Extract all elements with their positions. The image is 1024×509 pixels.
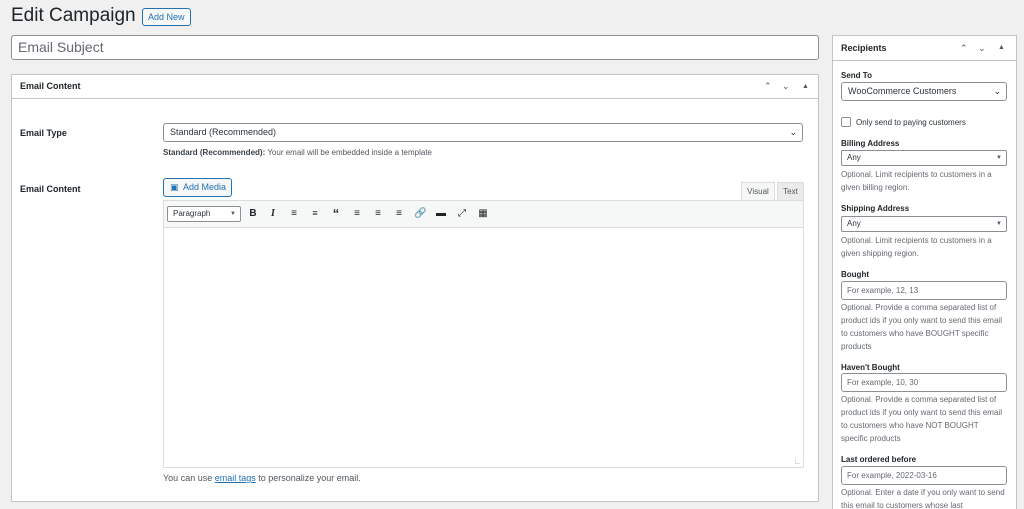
email-type-description: Standard (Recommended): Your email will … (163, 148, 432, 157)
chevron-down-icon: ⌄ (789, 127, 797, 137)
fullscreen-icon[interactable]: ⤢ (456, 208, 468, 219)
last-ordered-input[interactable]: For example, 2022-03-16 (841, 466, 1007, 485)
email-content-label: Email Content (20, 184, 81, 194)
bullet-list-icon[interactable]: ≡ (288, 208, 300, 219)
page-title: Edit Campaign (11, 5, 136, 26)
bought-label: Bought (841, 270, 869, 279)
bold-icon[interactable]: B (247, 208, 259, 219)
toolbar-toggle-icon[interactable]: ▦ (477, 208, 489, 219)
format-select[interactable]: Paragraph ▼ (167, 206, 241, 222)
shipping-label: Shipping Address (841, 204, 910, 213)
shipping-desc: Optional. Limit recipients to customers … (841, 236, 992, 258)
bought-desc: Optional. Provide a comma separated list… (841, 303, 1002, 351)
not-bought-label: Haven't Bought (841, 363, 900, 372)
email-tags-note: You can use email tags to personalize yo… (163, 473, 361, 483)
chevron-down-icon: ⌄ (993, 86, 1001, 96)
billing-label: Billing Address (841, 139, 900, 148)
recipients-box-header: Recipients ⌃ ⌄ ▲ (833, 36, 1016, 61)
tab-visual-label: Visual (747, 187, 769, 196)
chevron-up-icon[interactable]: ⌃ (764, 75, 772, 98)
paying-only-label: Only send to paying customers (856, 118, 966, 127)
add-new-button[interactable]: Add New (142, 8, 191, 26)
email-tags-link[interactable]: email tags (215, 473, 256, 483)
bought-input[interactable]: For example, 12, 13 (841, 281, 1007, 300)
caret-down-icon: ▼ (996, 155, 1002, 161)
email-type-desc-text: Your email will be embedded inside a tem… (265, 148, 433, 157)
align-center-icon[interactable]: ≡ (372, 208, 384, 219)
add-media-button[interactable]: ▣ Add Media (163, 178, 232, 197)
format-value: Paragraph (173, 209, 211, 218)
email-subject-input[interactable]: Email Subject (11, 35, 819, 60)
recipients-title: Recipients (841, 43, 887, 53)
paying-only-checkbox[interactable] (841, 117, 851, 127)
align-right-icon[interactable]: ≡ (393, 208, 405, 219)
not-bought-input[interactable]: For example, 10, 30 (841, 373, 1007, 392)
align-left-icon[interactable]: ≡ (351, 208, 363, 219)
chevron-down-icon[interactable]: ⌄ (978, 36, 986, 60)
tab-text[interactable]: Text (777, 182, 804, 200)
send-to-value: WooCommerce Customers (848, 86, 957, 96)
triangle-up-icon[interactable]: ▲ (802, 75, 809, 98)
add-media-label: Add Media (183, 182, 227, 192)
footer-pre: You can use (163, 473, 215, 483)
chevron-up-icon[interactable]: ⌃ (960, 36, 968, 60)
editor-body[interactable] (164, 229, 803, 467)
italic-icon[interactable]: I (267, 208, 279, 219)
numbered-list-icon[interactable]: ≡ (309, 208, 321, 218)
tab-text-label: Text (783, 187, 798, 196)
shipping-select[interactable]: Any ▼ (841, 216, 1007, 232)
triangle-up-icon[interactable]: ▲ (998, 36, 1005, 60)
caret-down-icon: ▼ (996, 221, 1002, 227)
billing-desc: Optional. Limit recipients to customers … (841, 170, 992, 192)
email-type-select[interactable]: Standard (Recommended) ⌄ (163, 123, 803, 142)
chevron-down-icon[interactable]: ⌄ (782, 75, 790, 98)
resize-handle-icon[interactable]: ∟ (794, 457, 802, 466)
last-ordered-label: Last ordered before (841, 455, 917, 464)
last-ordered-desc: Optional. Enter a date if you only want … (841, 488, 1005, 509)
shipping-value: Any (847, 219, 861, 228)
tab-visual[interactable]: Visual (741, 182, 775, 200)
footer-post: to personalize your email. (255, 473, 361, 483)
send-to-label: Send To (841, 71, 872, 80)
billing-value: Any (847, 153, 861, 162)
blockquote-icon[interactable]: “ (330, 206, 342, 221)
media-icon: ▣ (170, 182, 179, 192)
email-content-box-header: Email Content ⌃ ⌄ ▲ (12, 75, 818, 99)
caret-down-icon: ▼ (230, 211, 236, 217)
email-type-label: Email Type (20, 128, 67, 138)
box-title: Email Content (20, 81, 81, 91)
billing-select[interactable]: Any ▼ (841, 150, 1007, 166)
send-to-select[interactable]: WooCommerce Customers ⌄ (841, 82, 1007, 101)
not-bought-desc: Optional. Provide a comma separated list… (841, 395, 1002, 443)
email-type-desc-bold: Standard (Recommended): (163, 148, 266, 157)
read-more-icon[interactable]: ▬ (435, 208, 447, 219)
link-icon[interactable]: 🔗 (414, 208, 426, 219)
email-type-value: Standard (Recommended) (170, 127, 277, 137)
